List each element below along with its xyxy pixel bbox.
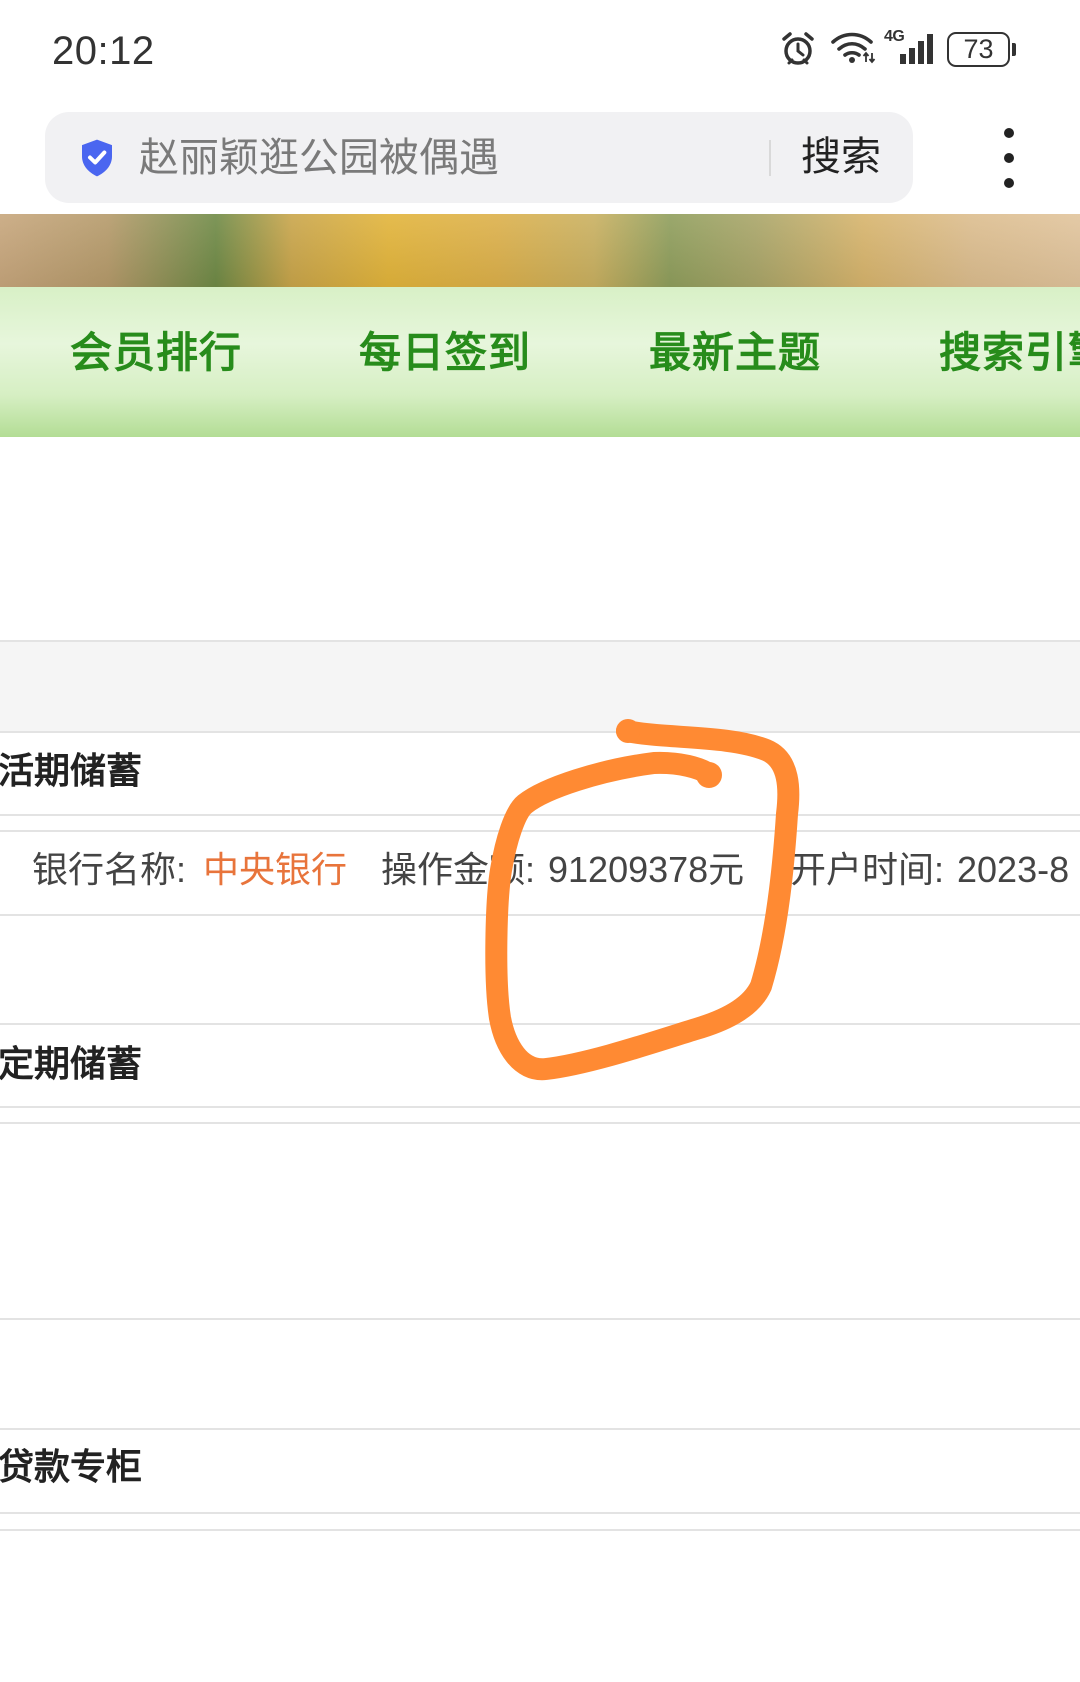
menu-dot <box>1004 178 1014 188</box>
section-title-current-savings: 活期储蓄 <box>0 750 143 791</box>
battery-level: 73 <box>963 34 994 64</box>
bank-name-value: 中央银行 <box>203 849 348 890</box>
divider <box>0 914 1080 916</box>
section-title-loans: 贷款专柜 <box>0 1446 143 1487</box>
alarm-icon <box>782 32 814 65</box>
divider <box>0 1318 1080 1320</box>
shield-check-icon <box>82 139 112 177</box>
divider <box>0 1428 1080 1430</box>
open-time-label: 开户时间: <box>790 849 945 890</box>
section-spacer <box>0 642 1080 731</box>
divider <box>0 1023 1080 1025</box>
section-title-fixed-savings: 定期储蓄 <box>0 1043 143 1084</box>
signal-icon <box>900 34 933 64</box>
menu-dot <box>1004 128 1014 138</box>
divider <box>0 1106 1080 1108</box>
nav-item-latest-topics[interactable]: 最新主题 <box>649 329 821 377</box>
nav-item-member-ranking[interactable]: 会员排行 <box>70 329 242 377</box>
status-time: 20:12 <box>52 29 155 73</box>
search-button[interactable]: 搜索 <box>801 134 881 180</box>
savings-record-row: 银行名称: 中央银行 操作金额: 91209378元 开户时间: 2023-8 <box>0 832 1080 914</box>
nav-item-daily-checkin[interactable]: 每日签到 <box>359 329 531 377</box>
divider <box>0 1512 1080 1514</box>
battery-icon: 73 <box>947 32 1010 67</box>
divider <box>0 814 1080 816</box>
more-vertical-icon[interactable] <box>990 124 1028 192</box>
address-search-bar[interactable]: 赵丽颖逛公园被偶遇 搜索 <box>45 112 913 203</box>
divider <box>0 731 1080 733</box>
divider <box>0 1529 1080 1531</box>
open-time-value: 2023-8 <box>957 849 1070 890</box>
wifi-icon <box>831 32 876 64</box>
nav-item-search-engine[interactable]: 搜索引擎 <box>939 329 1080 377</box>
banner-overlay <box>0 214 1080 287</box>
search-divider <box>769 140 771 176</box>
amount-label: 操作金额: <box>381 849 536 890</box>
battery-terminal <box>1012 43 1016 56</box>
divider <box>0 1122 1080 1124</box>
main-nav: 会员排行 每日签到 最新主题 搜索引擎 <box>0 287 1080 437</box>
menu-dot <box>1004 153 1014 163</box>
search-input[interactable]: 赵丽颖逛公园被偶遇 <box>139 136 499 180</box>
amount-value: 91209378元 <box>548 849 745 890</box>
bank-name-label: 银行名称: <box>32 849 187 890</box>
